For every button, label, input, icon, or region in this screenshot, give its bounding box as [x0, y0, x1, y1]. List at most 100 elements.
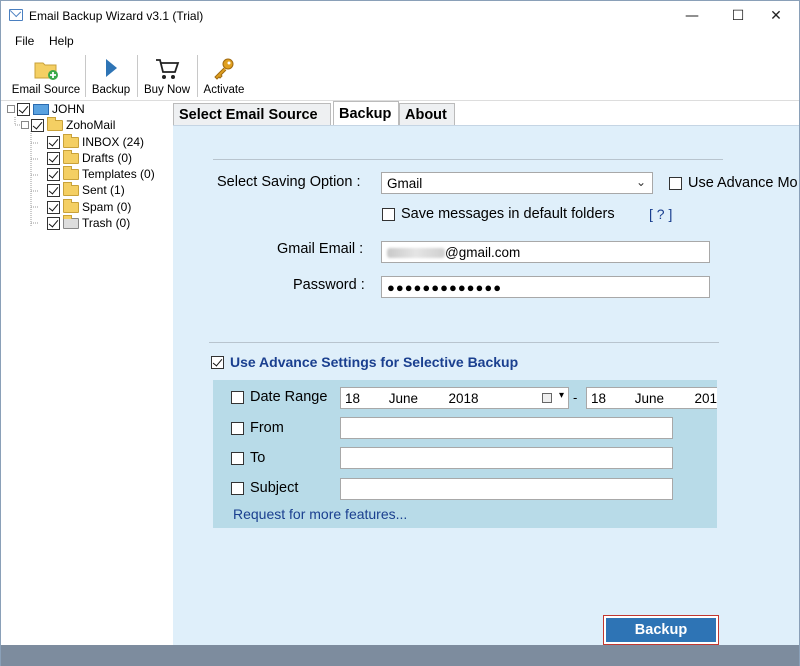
from-checkbox[interactable]	[231, 421, 244, 435]
toolbar-separator	[85, 55, 86, 97]
subject-input[interactable]	[340, 478, 673, 500]
account-checkbox[interactable]	[31, 118, 44, 132]
folder-checkbox[interactable]	[47, 183, 60, 197]
folder-label: Spam (0)	[82, 200, 132, 214]
gmail-email-value: @gmail.com	[445, 245, 521, 260]
subject-checkbox[interactable]	[231, 481, 244, 495]
to-option[interactable]: To	[231, 450, 265, 466]
trash-icon	[63, 214, 79, 229]
date-range-option[interactable]: Date Range	[231, 389, 327, 405]
activate-button[interactable]: Activate	[201, 53, 247, 99]
tab-select-email-source[interactable]: Select Email Source	[173, 103, 331, 125]
activate-label: Activate	[203, 84, 245, 96]
use-advance-mode-checkbox[interactable]	[669, 176, 682, 190]
account-label: ZohoMail	[66, 118, 116, 132]
request-features-link[interactable]: Request for more features...	[233, 506, 407, 522]
chevron-down-icon[interactable]: ▾	[559, 390, 564, 401]
tree-folder-spam[interactable]: Spam (0)	[47, 198, 132, 215]
email-source-button[interactable]: Email Source	[11, 53, 81, 99]
templates-folder-icon	[63, 165, 79, 180]
folder-checkbox[interactable]	[47, 200, 60, 214]
start-day: 18	[345, 391, 361, 406]
tree-root[interactable]: JOHN	[7, 101, 85, 117]
play-arrow-icon	[106, 59, 117, 77]
saving-option-select[interactable]: Gmail ⌄	[381, 172, 653, 194]
tree-folder-inbox[interactable]: INBOX (24)	[47, 133, 145, 150]
password-input[interactable]: ●●●●●●●●●●●●●	[381, 276, 710, 298]
backup-toolbar-button[interactable]: Backup	[89, 53, 133, 99]
folder-checkbox[interactable]	[47, 151, 60, 165]
from-label: From	[250, 420, 284, 436]
toolbar: Email Source Backup Buy Now Activate	[1, 51, 799, 101]
end-month: June	[634, 391, 665, 406]
to-label: To	[250, 450, 266, 466]
date-range-checkbox[interactable]	[231, 390, 244, 404]
from-option[interactable]: From	[231, 420, 284, 436]
tab-backup[interactable]: Backup	[333, 101, 399, 125]
menu-help[interactable]: Help	[49, 34, 74, 48]
advance-settings-label: Use Advance Settings for Selective Backu…	[230, 354, 519, 370]
advance-settings-box: Date Range 18 June 2018 ▾ - 18 June 2018…	[213, 380, 717, 528]
toolbar-separator	[137, 55, 138, 97]
folder-label: Trash (0)	[82, 216, 131, 230]
advance-settings-checkbox[interactable]	[211, 355, 224, 369]
save-default-folders-option[interactable]: Save messages in default folders	[382, 206, 615, 222]
subject-option[interactable]: Subject	[231, 480, 298, 496]
subject-label: Subject	[250, 480, 299, 496]
gmail-email-label: Gmail Email :	[277, 241, 364, 257]
use-advance-mode-option[interactable]: Use Advance Mo	[669, 175, 798, 191]
close-button[interactable]: ✕	[753, 1, 799, 31]
date-separator: -	[573, 390, 578, 405]
folder-checkbox[interactable]	[47, 167, 60, 181]
folder-checkbox[interactable]	[47, 135, 60, 149]
start-month: June	[388, 391, 419, 406]
collapse-icon[interactable]	[7, 105, 15, 113]
start-date-picker[interactable]: 18 June 2018 ▾	[340, 387, 569, 409]
folder-label: Sent (1)	[82, 183, 125, 197]
save-default-folders-checkbox[interactable]	[382, 207, 395, 221]
status-bar	[1, 645, 799, 666]
from-input[interactable]	[340, 417, 673, 439]
gmail-email-input[interactable]: @gmail.com	[381, 241, 710, 263]
use-advance-mode-label: Use Advance Mo	[688, 175, 798, 191]
computer-icon	[33, 103, 49, 115]
to-input[interactable]	[340, 447, 673, 469]
start-year: 2018	[448, 391, 479, 406]
window-title: Email Backup Wizard v3.1 (Trial)	[29, 9, 204, 23]
key-icon	[214, 58, 234, 80]
root-checkbox[interactable]	[17, 102, 30, 116]
cart-icon	[156, 59, 180, 79]
end-date-picker[interactable]: 18 June 2018	[586, 387, 717, 409]
calendar-icon[interactable]	[542, 393, 552, 403]
tree-folder-drafts[interactable]: Drafts (0)	[47, 149, 132, 166]
folder-open-icon	[47, 116, 63, 131]
backup-toolbar-label: Backup	[91, 84, 131, 96]
tree-account[interactable]: ZohoMail	[21, 116, 116, 133]
folder-tree: JOHN ZohoMail INBOX (24) Drafts (0) Temp…	[3, 101, 169, 647]
menu-file[interactable]: File	[15, 34, 34, 48]
tab-about[interactable]: About	[399, 103, 455, 125]
collapse-icon[interactable]	[21, 121, 29, 129]
tree-folder-sent[interactable]: Sent (1)	[47, 181, 125, 198]
advance-settings-toggle[interactable]: Use Advance Settings for Selective Backu…	[211, 354, 518, 370]
buy-now-button[interactable]: Buy Now	[141, 53, 193, 99]
minimize-button[interactable]: —	[669, 1, 715, 31]
folder-checkbox[interactable]	[47, 216, 60, 230]
sent-folder-icon	[63, 181, 79, 196]
date-range-label: Date Range	[250, 389, 328, 405]
saving-option-label: Select Saving Option :	[217, 174, 361, 190]
email-source-label: Email Source	[11, 84, 81, 96]
tree-folder-templates[interactable]: Templates (0)	[47, 165, 155, 182]
backup-panel: Select Saving Option : Gmail ⌄ Use Advan…	[173, 125, 799, 645]
chevron-down-icon: ⌄	[635, 175, 646, 189]
help-link[interactable]: [ ? ]	[649, 206, 672, 222]
backup-button[interactable]: Backup	[603, 615, 719, 645]
folder-label: INBOX (24)	[82, 135, 145, 149]
drafts-folder-icon	[63, 149, 79, 164]
divider	[209, 342, 719, 343]
app-window: Email Backup Wizard v3.1 (Trial) — ☐ ✕ F…	[0, 0, 800, 666]
to-checkbox[interactable]	[231, 451, 244, 465]
folder-label: Templates (0)	[82, 167, 155, 181]
envelope-icon	[9, 9, 23, 21]
tree-folder-trash[interactable]: Trash (0)	[47, 214, 131, 231]
